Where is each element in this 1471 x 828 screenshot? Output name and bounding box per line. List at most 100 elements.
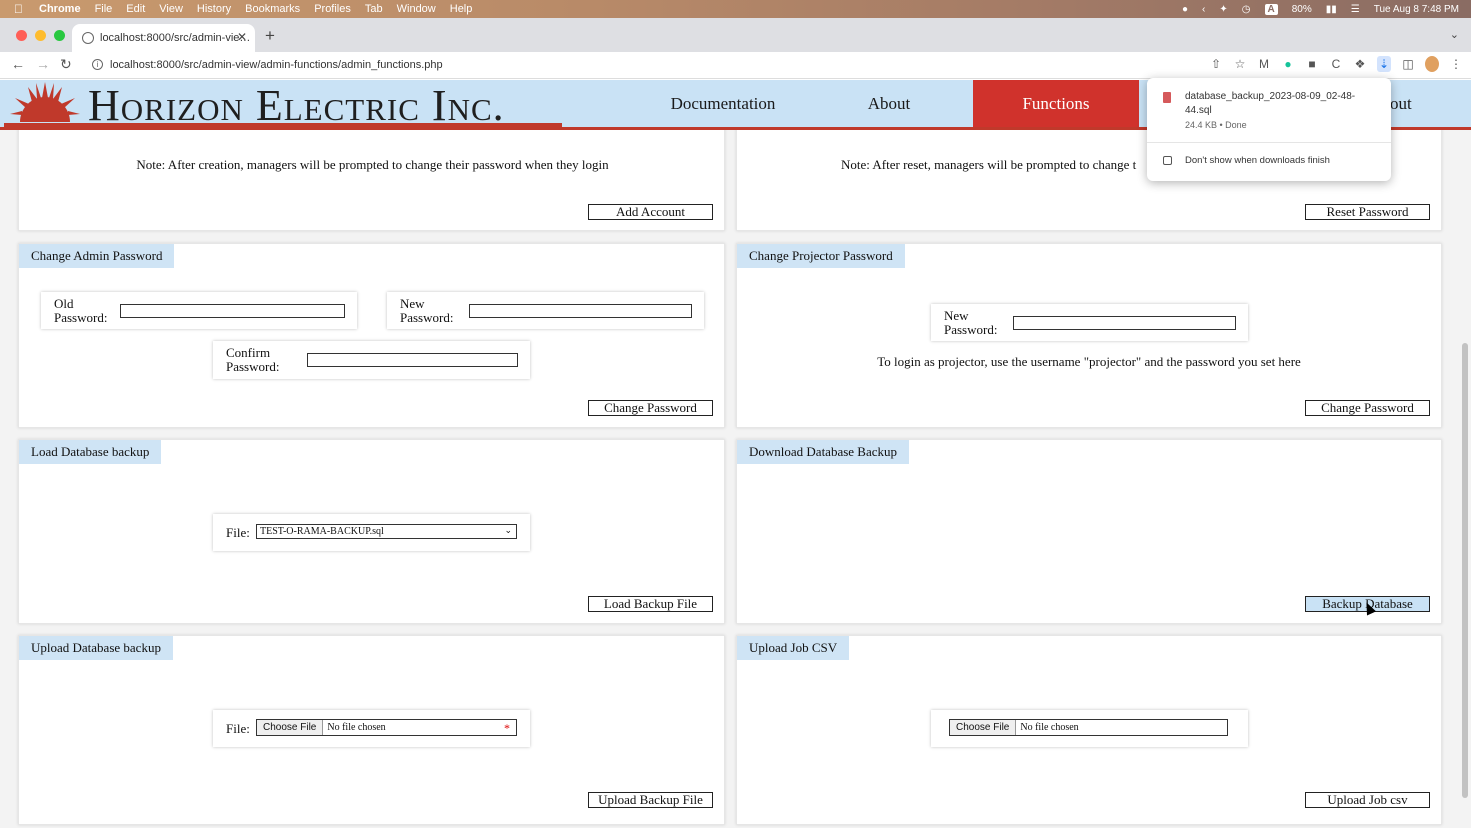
menu-help[interactable]: Help xyxy=(450,3,473,15)
dont-show-label[interactable]: Don't show when downloads finish xyxy=(1185,155,1330,166)
dont-show-checkbox[interactable] xyxy=(1163,156,1172,165)
panel-title: Change Admin Password xyxy=(19,244,175,268)
gmail-icon[interactable]: M xyxy=(1257,56,1271,72)
projector-password-input[interactable] xyxy=(1013,316,1236,330)
divider xyxy=(1147,142,1391,143)
csv-file-input[interactable]: Choose File No file chosen xyxy=(949,719,1228,736)
pin-icon[interactable]: ✦ xyxy=(1219,4,1227,15)
menu-chrome[interactable]: Chrome xyxy=(39,3,81,15)
profile-avatar[interactable] xyxy=(1425,56,1439,72)
panel-title: Change Projector Password xyxy=(737,244,905,268)
download-filename[interactable]: database_backup_2023-08-09_02-48-44.sql xyxy=(1185,90,1381,118)
menu-file[interactable]: File xyxy=(95,3,113,15)
menu-bookmarks[interactable]: Bookmarks xyxy=(245,3,300,15)
new-password-input[interactable] xyxy=(469,304,692,318)
extension-icon[interactable]: ■ xyxy=(1305,56,1319,72)
url-text: localhost:8000/src/admin-view/admin-func… xyxy=(110,59,443,71)
old-password-label-2: Password: xyxy=(54,310,108,325)
choose-file-button[interactable]: Choose File xyxy=(257,720,324,735)
tab-strip: localhost:8000/src/admin-vie… ✕ + ⌄ xyxy=(0,18,1471,52)
file-label: File: xyxy=(226,721,250,736)
tab-title: localhost:8000/src/admin-vie… xyxy=(100,32,251,44)
no-file-chosen: No file chosen xyxy=(1020,722,1079,733)
upload-database-backup-panel: Upload Database backup File: Choose File… xyxy=(18,635,725,825)
menu-kebab-icon[interactable]: ⋮ xyxy=(1449,56,1463,72)
page-scrollbar[interactable] xyxy=(1462,343,1468,798)
menu-profiles[interactable]: Profiles xyxy=(314,3,351,15)
site-info-icon[interactable]: i xyxy=(92,59,103,70)
projector-password-label: New xyxy=(944,308,969,323)
load-backup-file-button[interactable]: Load Backup File xyxy=(588,596,713,612)
toolbar-icons: ⇧ ☆ M ● ■ C ❖ ⇣ ◫ ⋮ xyxy=(1209,56,1463,72)
clock-icon[interactable]: ◷ xyxy=(1242,4,1251,15)
upload-job-csv-button[interactable]: Upload Job csv xyxy=(1305,792,1430,808)
new-tab-button[interactable]: + xyxy=(265,26,275,46)
confirm-password-label-2: Password: xyxy=(226,359,280,374)
confirm-password-input[interactable] xyxy=(307,353,518,367)
panel-title: Download Database Backup xyxy=(737,440,910,464)
forward-icon[interactable]: → xyxy=(36,56,50,72)
confirm-password-label: Confirm xyxy=(226,345,271,360)
record-icon[interactable]: ● xyxy=(1182,4,1188,15)
extension-c-icon[interactable]: C xyxy=(1329,56,1343,72)
change-projector-password-button[interactable]: Change Password xyxy=(1305,400,1430,416)
share-icon[interactable]: ⇧ xyxy=(1209,56,1223,72)
nav-functions[interactable]: Functions xyxy=(973,80,1139,127)
reset-password-button[interactable]: Reset Password xyxy=(1305,204,1430,220)
projector-note: To login as projector, use the username … xyxy=(877,354,1301,369)
control-center-icon[interactable]: ☰ xyxy=(1351,4,1360,15)
clock[interactable]: Tue Aug 8 7:48 PM xyxy=(1374,4,1459,15)
battery-label[interactable]: 80% xyxy=(1292,4,1312,15)
download-icon[interactable]: ⇣ xyxy=(1377,56,1391,72)
change-admin-password-button[interactable]: Change Password xyxy=(588,400,713,416)
new-password-label-2: Password: xyxy=(400,310,454,325)
add-account-note: Note: After creation, managers will be p… xyxy=(136,157,609,172)
close-window-button[interactable] xyxy=(16,30,27,41)
add-account-panel: Note: After creation, managers will be p… xyxy=(18,130,725,231)
panel-title: Upload Database backup xyxy=(19,636,173,660)
menu-view[interactable]: View xyxy=(159,3,183,15)
old-password-group: Old Password: xyxy=(41,292,357,329)
chevron-left-icon[interactable]: ‹ xyxy=(1202,4,1205,15)
file-label: File: xyxy=(226,525,250,540)
choose-file-button[interactable]: Choose File xyxy=(950,720,1017,735)
minimize-window-button[interactable] xyxy=(35,30,46,41)
download-bubble: database_backup_2023-08-09_02-48-44.sql … xyxy=(1147,78,1391,181)
main-content: Note: After creation, managers will be p… xyxy=(0,130,1471,828)
input-source-icon[interactable]: A xyxy=(1264,3,1278,15)
add-account-button[interactable]: Add Account xyxy=(588,204,713,220)
browser-tab[interactable]: localhost:8000/src/admin-vie… ✕ xyxy=(72,24,255,52)
tab-search-icon[interactable]: ⌄ xyxy=(1450,28,1459,41)
no-file-chosen: No file chosen xyxy=(327,722,386,733)
upload-backup-file-button[interactable]: Upload Backup File xyxy=(588,792,713,808)
backup-file-input[interactable]: Choose File No file chosen * xyxy=(256,719,517,736)
tab-close-icon[interactable]: ✕ xyxy=(237,30,247,44)
extensions-puzzle-icon[interactable]: ❖ xyxy=(1353,56,1367,72)
download-database-backup-panel: Download Database Backup Backup Database xyxy=(736,439,1442,624)
side-panel-icon[interactable]: ◫ xyxy=(1401,56,1415,72)
battery-icon[interactable]: ▮▮ xyxy=(1326,4,1337,15)
bookmark-star-icon[interactable]: ☆ xyxy=(1233,56,1247,72)
nav-about[interactable]: About xyxy=(806,80,972,127)
reset-password-note: Note: After reset, managers will be prom… xyxy=(841,157,1137,172)
brand-underline xyxy=(4,123,562,127)
backup-file-select[interactable]: TEST-O-RAMA-BACKUP.sql ⌄ xyxy=(256,524,517,539)
zoom-window-button[interactable] xyxy=(54,30,65,41)
address-bar[interactable]: i localhost:8000/src/admin-view/admin-fu… xyxy=(84,54,1184,76)
nav-documentation[interactable]: Documentation xyxy=(640,80,806,127)
sun-logo-icon xyxy=(10,82,80,122)
reload-icon[interactable]: ↻ xyxy=(60,56,72,73)
back-icon[interactable]: ← xyxy=(11,56,25,72)
menu-edit[interactable]: Edit xyxy=(126,3,145,15)
old-password-input[interactable] xyxy=(120,304,345,318)
grammarly-icon[interactable]: ● xyxy=(1281,56,1295,72)
nav-logout[interactable]: out xyxy=(1390,80,1420,127)
menu-window[interactable]: Window xyxy=(397,3,436,15)
download-meta: 24.4 KB • Done xyxy=(1185,120,1247,130)
apple-icon[interactable]:  xyxy=(14,2,23,16)
menu-tab[interactable]: Tab xyxy=(365,3,383,15)
required-asterisk: * xyxy=(504,721,510,735)
confirm-password-group: Confirm Password: xyxy=(213,341,530,379)
window-controls xyxy=(16,30,65,41)
menu-history[interactable]: History xyxy=(197,3,231,15)
